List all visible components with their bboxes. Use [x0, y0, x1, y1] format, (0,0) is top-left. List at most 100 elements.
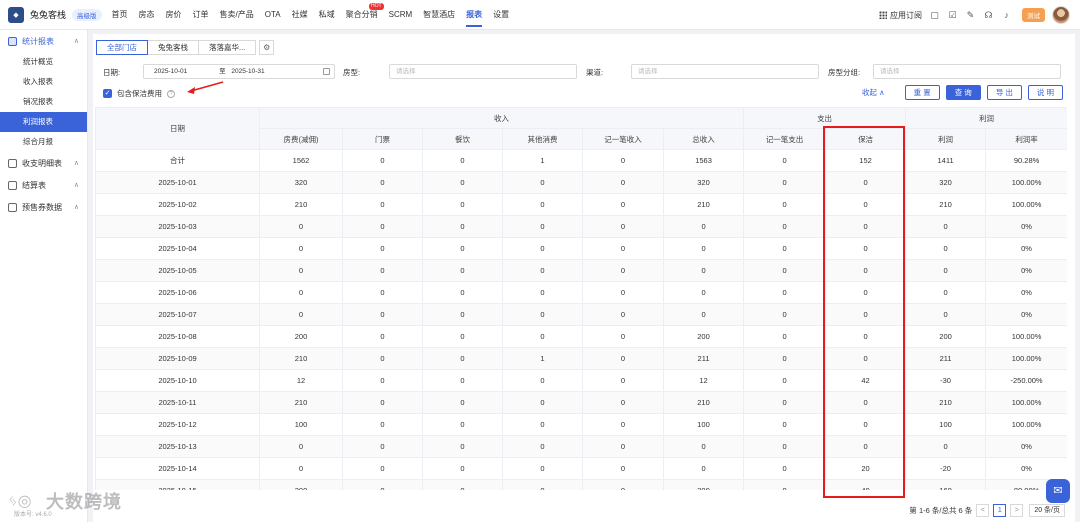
table-cell: 0 — [502, 259, 583, 282]
table-cell: 0 — [342, 281, 423, 304]
channel-select[interactable]: 请选择 — [631, 64, 819, 79]
date-range-picker[interactable]: 2025-10-01 至 2025-10-31 — [143, 64, 335, 79]
table-cell: 0 — [662, 303, 745, 326]
sidebar-item[interactable]: 收入报表 — [0, 72, 87, 92]
table-cell: 0 — [342, 259, 423, 282]
nav-item[interactable]: 私域 — [319, 0, 335, 30]
sidebar-item[interactable]: 统计概览 — [0, 52, 87, 72]
table-cell: 0 — [259, 215, 343, 238]
include-cleaning-checkbox[interactable]: ✓ — [103, 89, 112, 98]
sidebar-group[interactable]: 统计报表 ∧ — [0, 30, 87, 52]
help-circle-icon[interactable]: ? — [167, 89, 175, 98]
nav-item[interactable]: 聚合分销 HOT — [346, 0, 384, 30]
table-cell: 210 — [905, 391, 987, 414]
nav-item[interactable]: 订单 — [193, 0, 209, 30]
table-cell: 2025-10-05 — [95, 259, 260, 282]
table-cell: 0 — [825, 281, 907, 304]
table-cell: 0 — [743, 391, 827, 414]
export-button[interactable]: 导 出 — [986, 85, 1022, 100]
nav-item[interactable]: 房态 — [139, 0, 155, 30]
table-cell: 100.00% — [985, 325, 1067, 348]
nav-item[interactable]: 售卖/产品 — [220, 0, 254, 30]
brand-name[interactable]: 兔兔客栈 — [30, 8, 66, 21]
sidebar-item[interactable]: 综合月报 — [0, 132, 87, 152]
include-cleaning-option[interactable]: ✓ 包含保洁费用 ? — [103, 88, 175, 99]
store-tab[interactable]: 全部门店 — [96, 40, 148, 55]
main-nav: 首页 房态 房价 订单 售卖/产品 OTA 社媒 私域 聚合分销 HOT SCRM 智慧酒店 报表 设置 — [112, 0, 521, 30]
hot-badge: HOT — [369, 2, 384, 10]
table-cell: 0 — [582, 347, 664, 370]
user-avatar[interactable] — [1052, 6, 1070, 24]
edit-icon[interactable]: ✎ — [965, 10, 976, 21]
column-header: 日期 — [95, 107, 260, 150]
apps-subscribe[interactable]: 应用订阅 — [879, 10, 922, 21]
nav-item[interactable]: 社媒 — [292, 0, 308, 30]
help-button[interactable]: 说 明 — [1027, 85, 1063, 100]
next-page-button[interactable]: > — [1010, 504, 1024, 517]
nav-item-label: 社媒 — [291, 9, 308, 19]
checkbox-icon[interactable]: ☑ — [947, 10, 958, 21]
test-env-button[interactable]: 测试 — [1022, 8, 1045, 22]
table-cell: 210 — [662, 193, 745, 216]
room-group-select[interactable]: 请选择 — [873, 64, 1061, 79]
nav-item-label: 智慧酒店 — [423, 9, 456, 19]
query-button[interactable]: 查 询 — [945, 85, 981, 100]
collapse-toggle[interactable]: 收起 ∧ — [862, 87, 885, 98]
sidebar-item[interactable]: 利润报表 — [0, 112, 87, 132]
sidebar-item[interactable]: 销况报表 — [0, 92, 87, 112]
table-cell: 0 — [743, 325, 827, 348]
table-cell: 0 — [259, 259, 343, 282]
column-header: 保洁 — [825, 128, 907, 150]
chat-support-icon[interactable]: ✉ — [1046, 479, 1070, 503]
profit-table-wrapper[interactable]: 日期 收入 支出 利润 房费(减佣) 门票 餐饮 其他消费 记一笔收入 总收入 记一笔支出保… — [95, 107, 1067, 490]
table-cell: 0 — [905, 281, 987, 304]
table-cell: 0 — [502, 391, 583, 414]
nav-item[interactable]: 设置 — [493, 0, 509, 30]
page-1-button[interactable]: 1 — [993, 504, 1007, 517]
gear-icon[interactable]: ⚙ — [259, 40, 275, 55]
bell-icon[interactable]: ♪ — [1001, 10, 1012, 21]
store-tab[interactable]: 兔兔客栈 — [147, 40, 199, 55]
expense-group-header: 支出 — [743, 107, 907, 129]
nav-item[interactable]: 智慧酒店 — [423, 0, 455, 30]
headset-icon[interactable]: ☊ — [983, 10, 994, 21]
nav-item[interactable]: 首页 — [112, 0, 128, 30]
table-cell: 0 — [502, 413, 583, 436]
watermark-logo-icon: ᛃ◎ — [8, 491, 32, 510]
column-header: 总收入 — [662, 128, 745, 150]
nav-item[interactable]: 房价 — [166, 0, 182, 30]
nav-item[interactable]: SCRM — [389, 0, 413, 30]
income-group-header: 收入 — [258, 107, 745, 129]
sidebar-group[interactable]: 结算表 ∧ — [0, 174, 87, 196]
table-row: 2025-10-07 0 0 0 0 0 0 0 0 0 0% — [95, 303, 1067, 326]
table-cell: 0 — [342, 171, 423, 194]
table-cell: 100.00% — [985, 171, 1067, 194]
store-tab[interactable]: 落落嘉华... — [198, 40, 257, 55]
message-icon[interactable]: ▢ — [929, 10, 940, 21]
table-cell: 0 — [342, 457, 423, 480]
table-cell: 0 — [422, 391, 503, 414]
table-row: 2025-10-08 200 0 0 0 0 200 0 0 200 100.00% — [95, 325, 1067, 348]
app-logo[interactable]: ◆ — [8, 6, 24, 23]
table-group-header: 日期 收入 支出 利润 — [95, 107, 1067, 150]
nav-item[interactable]: 报表 — [466, 0, 483, 30]
table-body: 合计 1562 0 0 1 0 1563 0 152 1411 90.28% 2025-10-01 32… — [95, 149, 1067, 490]
reset-button[interactable]: 重 置 — [904, 85, 940, 100]
table-cell: 0 — [743, 303, 827, 326]
room-type-select[interactable]: 请选择 — [389, 64, 577, 79]
table-cell: 0 — [502, 325, 583, 348]
table-cell: 2025-10-14 — [95, 457, 260, 480]
sidebar-group[interactable]: 预售券数据 ∧ — [0, 196, 87, 218]
table-cell: 0 — [582, 413, 664, 436]
table-cell: 2025-10-13 — [95, 435, 260, 458]
table-cell: -250.00% — [985, 369, 1067, 392]
table-cell: 0% — [985, 303, 1067, 326]
prev-page-button[interactable]: < — [976, 504, 990, 517]
sidebar-group[interactable]: 收支明细表 ∧ — [0, 152, 87, 174]
nav-item[interactable]: OTA — [265, 0, 281, 30]
nav-item-label: 订单 — [192, 9, 209, 19]
table-cell: 0 — [422, 413, 503, 436]
table-cell: 0 — [342, 347, 423, 370]
page-size-select[interactable]: 20 条/页 — [1029, 504, 1065, 517]
table-row: 2025-10-13 0 0 0 0 0 0 0 0 0 0% — [95, 435, 1067, 458]
